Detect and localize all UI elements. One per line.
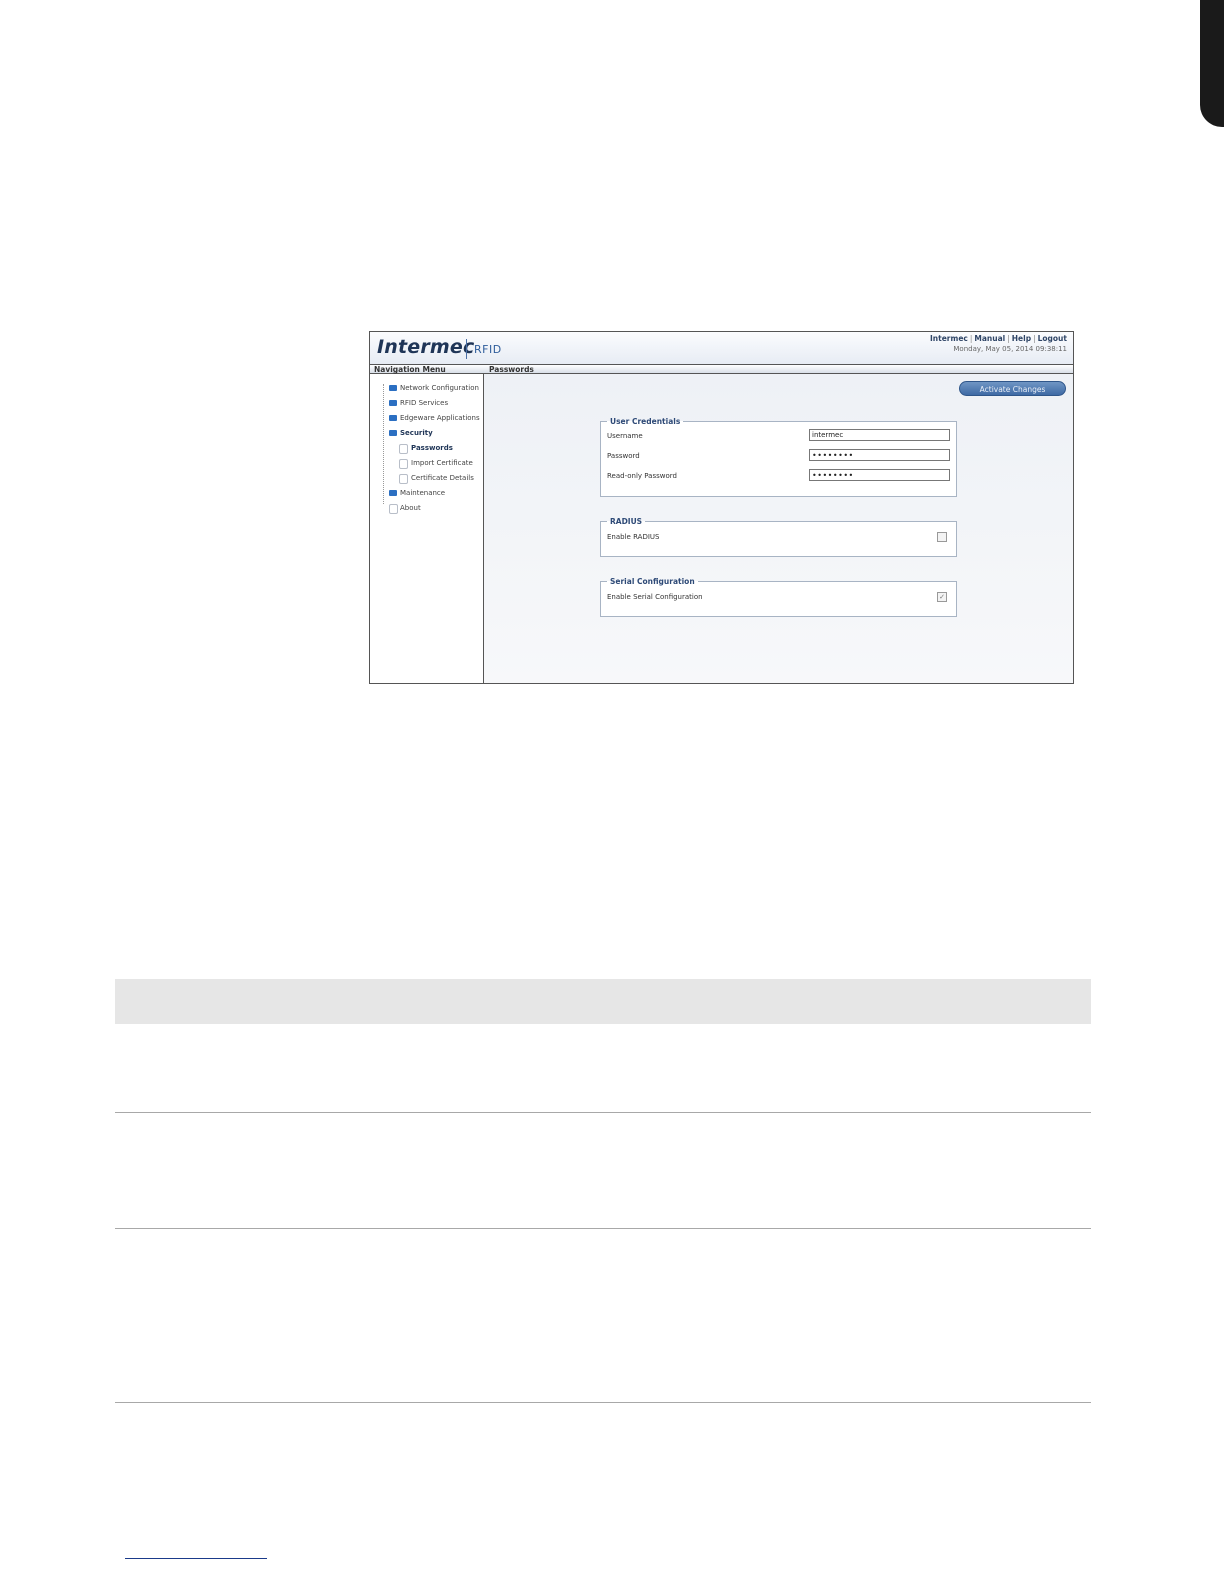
app-window: Intermec RFID Intermec | Manual | Help | Logou… [369, 331, 1074, 684]
enable-serial-label: Enable Serial Configuration [607, 593, 703, 601]
enable-serial-row: Enable Serial Configuration ✓ [601, 589, 956, 609]
nav-item-label: Maintenance [400, 489, 446, 497]
nav-item-edgeware-applications[interactable]: Edgeware Applications [370, 412, 483, 427]
title-bar: Navigation Menu Passwords [370, 364, 1073, 374]
app-header: Intermec RFID Intermec | Manual | Help | Logou… [370, 332, 1073, 365]
table-divider [115, 1402, 1091, 1403]
activate-changes-button[interactable]: Activate Changes [959, 381, 1066, 396]
intermec-logo: Intermec [377, 336, 475, 358]
group-legend: RADIUS [610, 517, 643, 526]
nav-item-label: Network Configuration [400, 384, 479, 392]
folder-open-icon [389, 430, 397, 436]
password-row: Password [601, 448, 956, 468]
footer-link-underline [125, 1558, 267, 1559]
enable-radius-row: Enable RADIUS [601, 529, 956, 549]
table-divider [115, 1112, 1091, 1113]
readonly-password-input[interactable] [809, 469, 950, 481]
user-credentials-group: User Credentials Username Password Read-… [600, 417, 957, 497]
top-links: Intermec | Manual | Help | Logout [930, 334, 1067, 343]
nav-item-about[interactable]: About [370, 502, 483, 517]
enable-serial-checkbox[interactable]: ✓ [937, 592, 947, 602]
nav-item-label: About [400, 504, 421, 512]
nav-item-label: Certificate Details [411, 474, 474, 482]
nav-item-label: Edgeware Applications [400, 414, 480, 422]
page-title: Passwords [489, 365, 534, 374]
username-label: Username [607, 432, 643, 440]
username-row: Username [601, 428, 956, 448]
nav-item-maintenance[interactable]: Maintenance [370, 487, 483, 502]
main-content: Activate Changes User Credentials Userna… [484, 374, 1073, 683]
nav-item-label: Import Certificate [411, 459, 473, 467]
link-intermec[interactable]: Intermec [930, 334, 968, 343]
page-icon [399, 474, 408, 484]
group-legend: Serial Configuration [610, 577, 695, 586]
navigation-menu: Network Configuration RFID Services Edge… [370, 374, 484, 683]
link-logout[interactable]: Logout [1038, 334, 1067, 343]
nav-item-import-certificate[interactable]: Import Certificate [370, 457, 483, 472]
readonly-password-row: Read-only Password [601, 468, 956, 488]
page-icon [399, 444, 408, 454]
username-input[interactable] [809, 429, 950, 441]
table-header-band [115, 979, 1091, 1024]
password-input[interactable] [809, 449, 950, 461]
folder-icon [389, 385, 397, 391]
nav-tree: Network Configuration RFID Services Edge… [370, 382, 483, 517]
nav-menu-title: Navigation Menu [374, 365, 446, 374]
nav-item-security[interactable]: Security [370, 427, 483, 442]
readonly-password-label: Read-only Password [607, 472, 677, 480]
nav-item-passwords[interactable]: Passwords [370, 442, 483, 457]
folder-icon [389, 415, 397, 421]
current-datetime: Monday, May 05, 2014 09:38:11 [953, 345, 1067, 353]
table-divider [115, 1228, 1091, 1229]
logo-divider [466, 339, 467, 359]
product-name: RFID [474, 343, 502, 356]
password-label: Password [607, 452, 640, 460]
radius-group: RADIUS Enable RADIUS [600, 517, 957, 557]
link-help[interactable]: Help [1012, 334, 1031, 343]
page-edge-tab [1200, 0, 1224, 127]
nav-item-certificate-details[interactable]: Certificate Details [370, 472, 483, 487]
page-icon [399, 459, 408, 469]
page-icon [389, 504, 398, 514]
folder-icon [389, 400, 397, 406]
nav-item-rfid-services[interactable]: RFID Services [370, 397, 483, 412]
nav-item-label: Passwords [411, 444, 453, 452]
serial-configuration-group: Serial Configuration Enable Serial Confi… [600, 577, 957, 617]
link-manual[interactable]: Manual [974, 334, 1005, 343]
nav-item-label: Security [400, 429, 433, 437]
folder-icon [389, 490, 397, 496]
nav-item-network-configuration[interactable]: Network Configuration [370, 382, 483, 397]
group-legend: User Credentials [610, 417, 681, 426]
enable-radius-label: Enable RADIUS [607, 533, 660, 541]
enable-radius-checkbox[interactable] [937, 532, 947, 542]
nav-item-label: RFID Services [400, 399, 449, 407]
